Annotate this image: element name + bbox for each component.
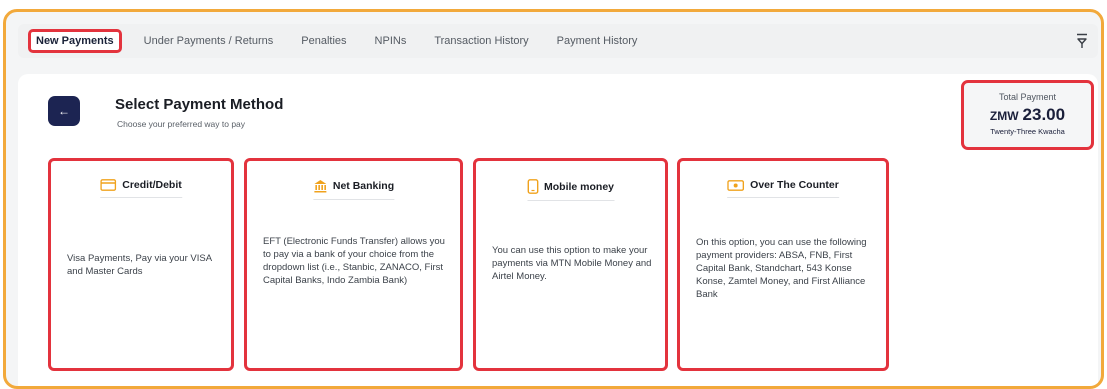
download-icon[interactable]: [1072, 31, 1092, 51]
tab-payment-history[interactable]: Payment History: [551, 31, 644, 51]
bank-icon: [313, 179, 327, 193]
card-description: EFT (Electronic Funds Transfer) allows y…: [263, 236, 445, 286]
app-frame: New Payments Under Payments / Returns Pe…: [3, 9, 1104, 389]
card-header: Mobile money: [526, 179, 615, 201]
card-title: Credit/Debit: [122, 179, 182, 191]
payment-method-panel: ← Select Payment Method Choose your pref…: [18, 74, 1098, 386]
over-the-counter-card-option[interactable]: Over The Counter On this option, you can…: [677, 158, 889, 371]
card-header: Credit/Debit: [100, 179, 182, 198]
credit-card-icon: [100, 179, 117, 191]
total-payment-box: Total Payment ZMW 23.00 Twenty-Three Kwac…: [961, 80, 1094, 150]
card-title: Over The Counter: [750, 179, 839, 191]
back-button[interactable]: ←: [48, 96, 80, 126]
card-title: Net Banking: [332, 180, 395, 192]
currency-code: ZMW: [989, 109, 1019, 123]
card-header: Net Banking: [312, 179, 395, 200]
credit-debit-card-option[interactable]: Credit/Debit Visa Payments, Pay via your…: [48, 158, 234, 371]
amount-in-words: Twenty-Three Kwacha: [990, 127, 1065, 136]
card-description: You can use this option to make your pay…: [492, 245, 652, 282]
card-title: Mobile money: [543, 180, 615, 193]
net-banking-card-option[interactable]: Net Banking EFT (Electronic Funds Transf…: [244, 158, 463, 371]
card-header: Over The Counter: [727, 179, 839, 198]
total-payment-amount: ZMW 23.00: [964, 105, 1091, 125]
mobile-money-card-option[interactable]: Mobile money You can use this option to …: [473, 158, 668, 371]
card-description: On this option, you can use the followin…: [696, 237, 867, 300]
card-description: Visa Payments, Pay via your VISA and Mas…: [67, 253, 212, 277]
amount-value: 23.00: [1022, 105, 1066, 124]
tab-npins[interactable]: NPINs: [369, 31, 413, 51]
tab-new-payments[interactable]: New Payments: [28, 29, 122, 53]
tab-under-payments-returns[interactable]: Under Payments / Returns: [138, 31, 280, 51]
arrow-left-icon: ←: [58, 104, 70, 118]
tab-transaction-history[interactable]: Transaction History: [428, 31, 534, 51]
tab-penalties[interactable]: Penalties: [295, 31, 352, 51]
cash-icon: [727, 179, 745, 191]
mobile-phone-icon: [527, 179, 538, 194]
page-subtitle: Choose your preferred way to pay: [117, 119, 246, 129]
page-title: Select Payment Method: [115, 96, 284, 113]
total-payment-label: Total Payment: [998, 92, 1057, 102]
tab-bar: New Payments Under Payments / Returns Pe…: [18, 24, 1098, 58]
